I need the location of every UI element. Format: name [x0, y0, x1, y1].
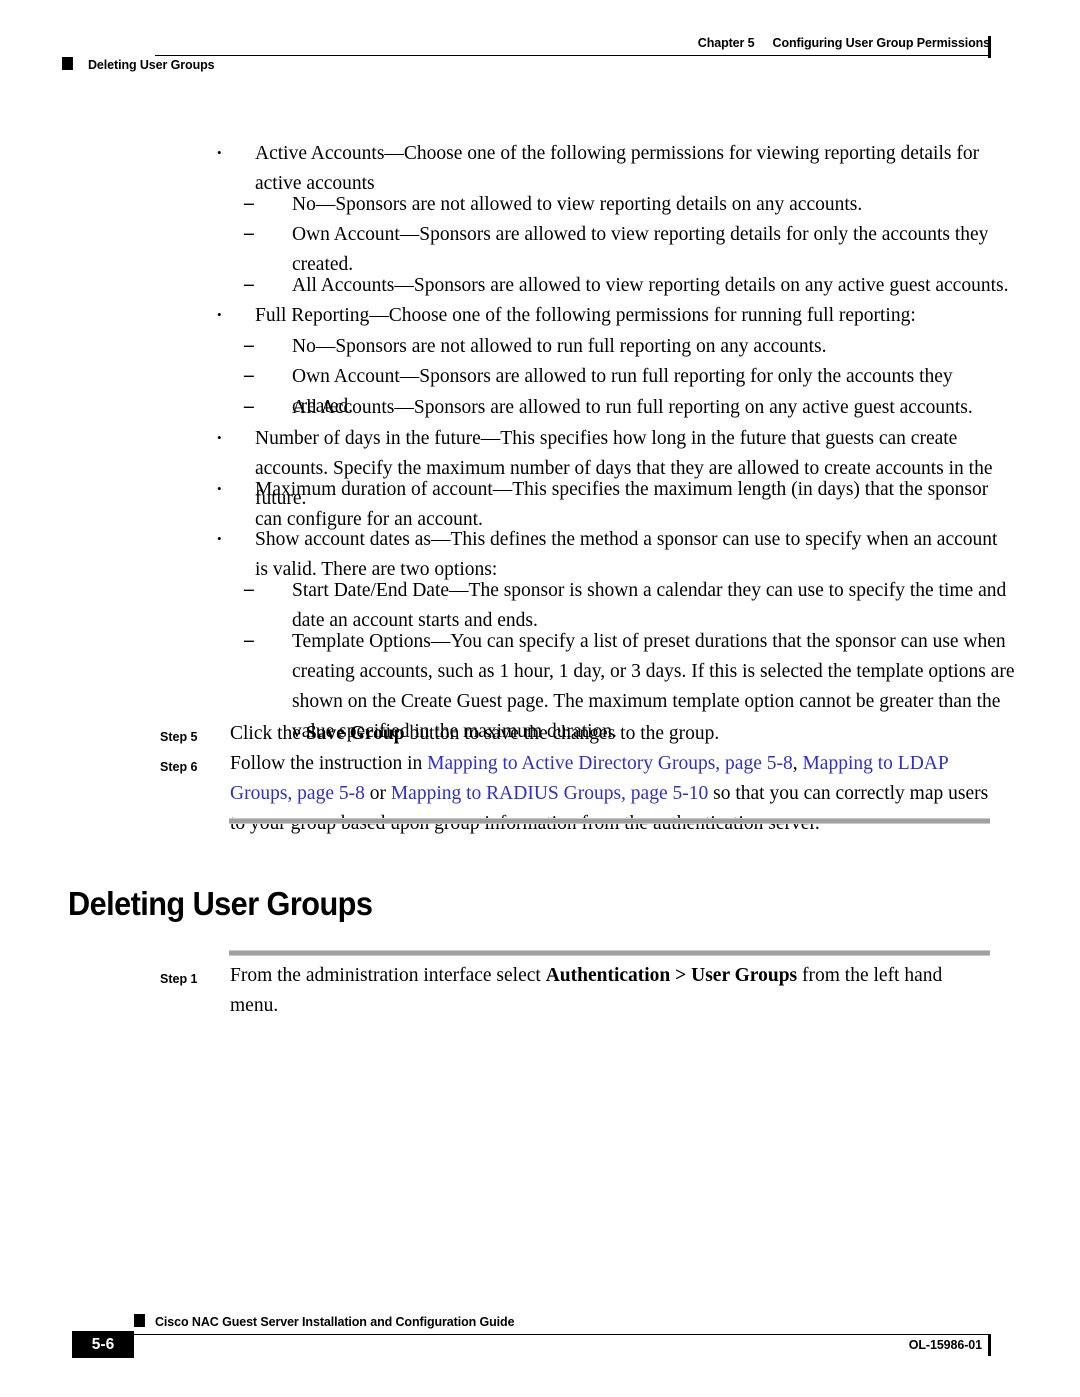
dash-marker-icon: – — [244, 630, 254, 651]
section-step-label: Step 1 — [160, 972, 198, 986]
link-mapping-radius-groups[interactable]: Mapping to RADIUS Groups, page 5-10 — [391, 783, 708, 804]
section-rule-top — [229, 818, 990, 824]
bullet-text: Start Date/End Date—The sponsor is shown… — [292, 580, 1007, 631]
bullet-text: No—Sponsors are not allowed to view repo… — [292, 194, 863, 215]
footer-marker-square-icon — [134, 1314, 145, 1327]
dash-marker-icon: – — [244, 335, 254, 356]
bullet-text: Maximum duration of account—This specifi… — [255, 479, 989, 530]
bullet-marker-icon: • — [217, 307, 222, 322]
link-mapping-active-directory-groups[interactable]: Mapping to Active Directory Groups, page… — [427, 753, 793, 774]
header-chapter-number: Chapter 5 — [697, 36, 755, 50]
bullet-marker-icon: • — [217, 531, 222, 546]
sub-bullet-item: – No—Sponsors are not allowed to view rep… — [244, 189, 1016, 220]
section-step-text: From the administration interface select… — [230, 965, 943, 1016]
dash-marker-icon: – — [244, 579, 254, 600]
bullet-marker-icon: • — [217, 481, 222, 496]
header-chapter-line: Chapter 5 Configuring User Group Permissi… — [200, 36, 990, 50]
footer-guide-title: Cisco NAC Guest Server Installation and … — [155, 1315, 515, 1329]
page-title: Deleting User Groups — [68, 885, 373, 922]
footer-doc-id: OL-15986-01 — [908, 1338, 982, 1352]
header-marker-square-icon — [62, 57, 73, 70]
dash-marker-icon: – — [244, 274, 254, 295]
header-running-section: Deleting User Groups — [88, 58, 215, 72]
header-rule — [155, 55, 990, 56]
bullet-text: No—Sponsors are not allowed to run full … — [292, 336, 827, 357]
dash-marker-icon: – — [244, 365, 254, 386]
bullet-text: All Accounts—Sponsors are allowed to run… — [292, 397, 973, 418]
bullet-text: Own Account—Sponsors are allowed to view… — [292, 224, 989, 275]
bullet-text: Show account dates as—This defines the m… — [255, 529, 998, 580]
section-rule-bottom — [229, 950, 990, 956]
bullet-item: • Full Reporting—Choose one of the follow… — [217, 300, 1011, 331]
step-text: Follow the instruction in Mapping to Act… — [230, 753, 989, 834]
dash-marker-icon: – — [244, 193, 254, 214]
footer-page-number: 5-6 — [91, 1336, 115, 1353]
step-row: Step 6 Follow the instruction in Mapping … — [160, 749, 992, 839]
bullet-text: Full Reporting—Choose one of the followi… — [255, 305, 916, 326]
sub-bullet-item: – All Accounts—Sponsors are allowed to vi… — [244, 270, 1016, 301]
step-text: Click the Save Group button to save the … — [230, 723, 720, 744]
sub-bullet-item: – No—Sponsors are not allowed to run full… — [244, 331, 1016, 362]
step-label: Step 5 — [160, 730, 198, 744]
step-row: Step 5 Click the Save Group button to sav… — [160, 719, 992, 749]
bullet-text: All Accounts—Sponsors are allowed to vie… — [292, 275, 1009, 296]
sub-bullet-item: – All Accounts—Sponsors are allowed to ru… — [244, 392, 1016, 423]
page-header: Chapter 5 Configuring User Group Permissi… — [0, 0, 1080, 90]
dash-marker-icon: – — [244, 223, 254, 244]
bullet-marker-icon: • — [217, 430, 222, 445]
footer-rule — [134, 1334, 990, 1335]
header-chapter-title: Configuring User Group Permissions — [772, 36, 991, 50]
dash-marker-icon: – — [244, 396, 254, 417]
footer-end-bar — [988, 1334, 991, 1356]
bullet-text: Active Accounts—Choose one of the follow… — [255, 143, 980, 194]
section-step-row: Step 1 From the administration interface … — [160, 961, 992, 1021]
step-label: Step 6 — [160, 760, 198, 774]
bullet-marker-icon: • — [217, 145, 222, 160]
